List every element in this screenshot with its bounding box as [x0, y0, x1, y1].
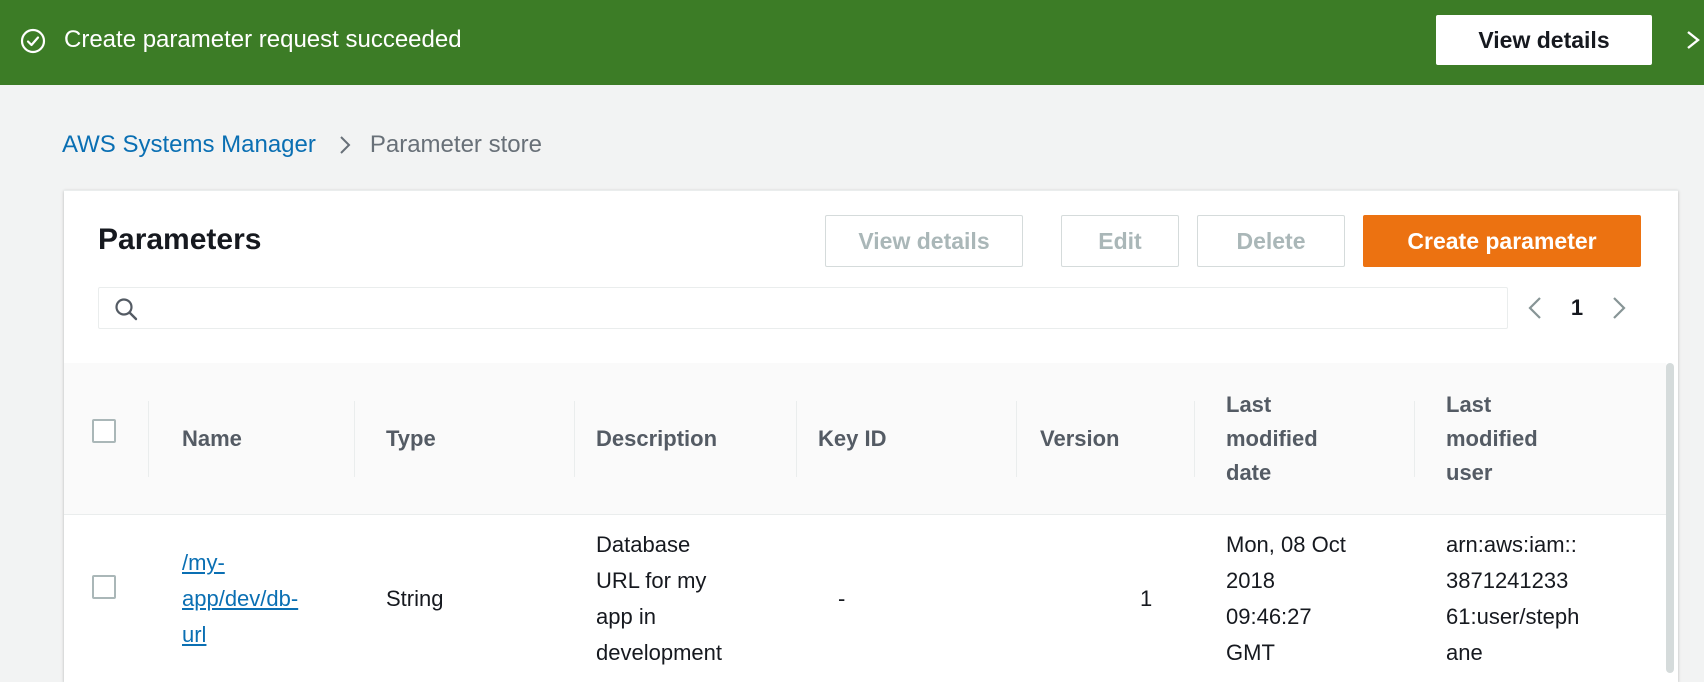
column-header-key-id[interactable]: Key ID [796, 363, 1016, 515]
cell-description: Database URL for my app in development [596, 532, 722, 665]
row-checkbox[interactable] [92, 575, 116, 599]
row-select-cell [64, 515, 148, 682]
close-icon[interactable] [1682, 24, 1704, 56]
parameter-name-link[interactable]: /my- app/dev/db- url [182, 545, 298, 653]
check-circle-icon [20, 28, 46, 54]
breadcrumb-current: Parameter store [369, 131, 542, 158]
pagination: 1 [1524, 287, 1674, 329]
cell-version: 1 [1140, 586, 1153, 611]
column-header-version[interactable]: Version [1016, 363, 1194, 515]
create-parameter-button[interactable]: Create parameter [1363, 215, 1641, 267]
cell-last-modified-date: Mon, 08 Oct 2018 09:46:27 GMT [1226, 532, 1346, 665]
flash-view-details-button[interactable]: View details [1436, 15, 1652, 65]
column-header-description[interactable]: Description [574, 363, 796, 515]
chevron-left-icon[interactable] [1524, 292, 1546, 324]
breadcrumb-link-systems-manager[interactable]: AWS Systems Manager [62, 131, 316, 159]
cell-last-modified-user: arn:aws:iam:: 3871241233 61:user/steph a… [1446, 532, 1580, 665]
flash-message: Create parameter request succeeded [64, 26, 462, 53]
table-scrollbar[interactable] [1666, 363, 1674, 673]
current-page-number[interactable]: 1 [1546, 295, 1608, 321]
select-all-checkbox[interactable] [92, 419, 116, 443]
search-input[interactable] [151, 292, 1491, 324]
table-header: Name Type Description Key ID Version Las… [64, 363, 1666, 515]
cell-key-id: - [838, 586, 846, 611]
select-all-cell [64, 363, 148, 515]
parameters-table: Name Type Description Key ID Version Las… [64, 363, 1666, 682]
column-header-name[interactable]: Name [148, 363, 354, 515]
breadcrumb: AWS Systems Manager Parameter store [62, 128, 542, 162]
edit-button[interactable]: Edit [1061, 215, 1179, 267]
column-header-last-modified-date[interactable]: Last modified date [1194, 363, 1414, 515]
delete-button[interactable]: Delete [1197, 215, 1345, 267]
chevron-right-icon[interactable] [1608, 292, 1630, 324]
view-details-button[interactable]: View details [825, 215, 1023, 267]
chevron-right-icon [340, 136, 351, 154]
search-icon [115, 298, 138, 321]
parameters-panel: Parameters View details Edit Delete Crea… [64, 190, 1678, 682]
column-header-type[interactable]: Type [354, 363, 574, 515]
panel-title: Parameters [98, 223, 262, 256]
cell-name: /my- app/dev/db- url [148, 515, 354, 682]
cell-type: String [386, 586, 444, 611]
search-box[interactable] [98, 287, 1508, 329]
success-flash-banner: Create parameter request succeeded View … [0, 0, 1704, 85]
table-row[interactable]: /my- app/dev/db- url String Database URL… [64, 515, 1666, 682]
column-header-last-modified-user[interactable]: Last modified user [1414, 363, 1666, 515]
